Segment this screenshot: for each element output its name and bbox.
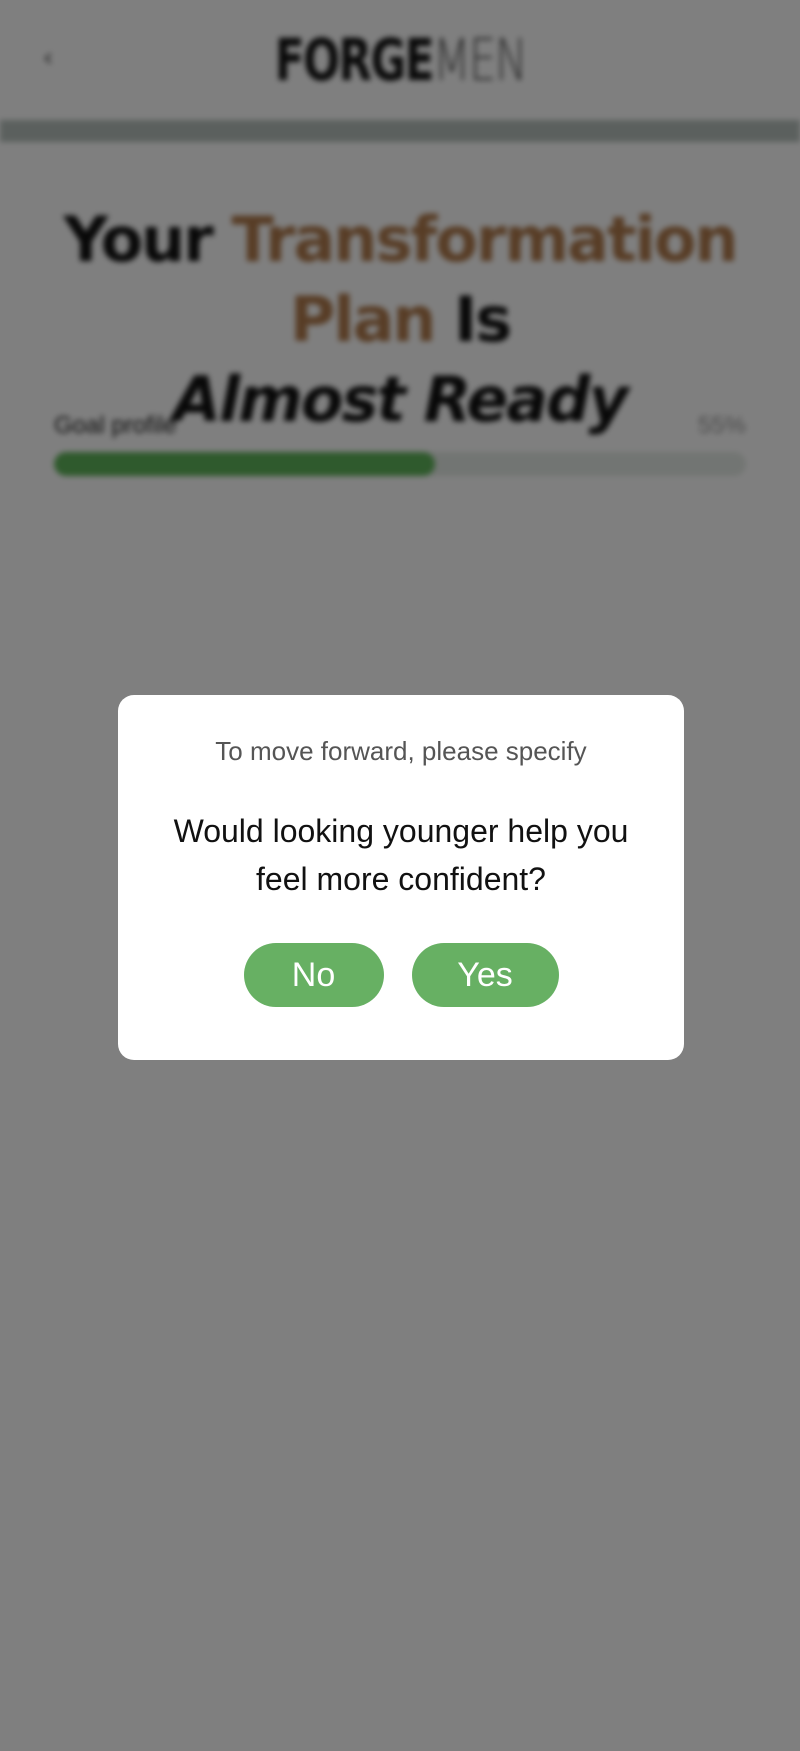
dialog-button-row: No Yes <box>118 943 684 1007</box>
dialog-question: Would looking younger help you feel more… <box>173 813 629 897</box>
yes-button[interactable]: Yes <box>411 943 559 1007</box>
confirmation-dialog: To move forward, please specify Would lo… <box>118 695 684 1060</box>
dialog-subtitle: To move forward, please specify <box>215 736 587 766</box>
no-button[interactable]: No <box>243 943 384 1007</box>
